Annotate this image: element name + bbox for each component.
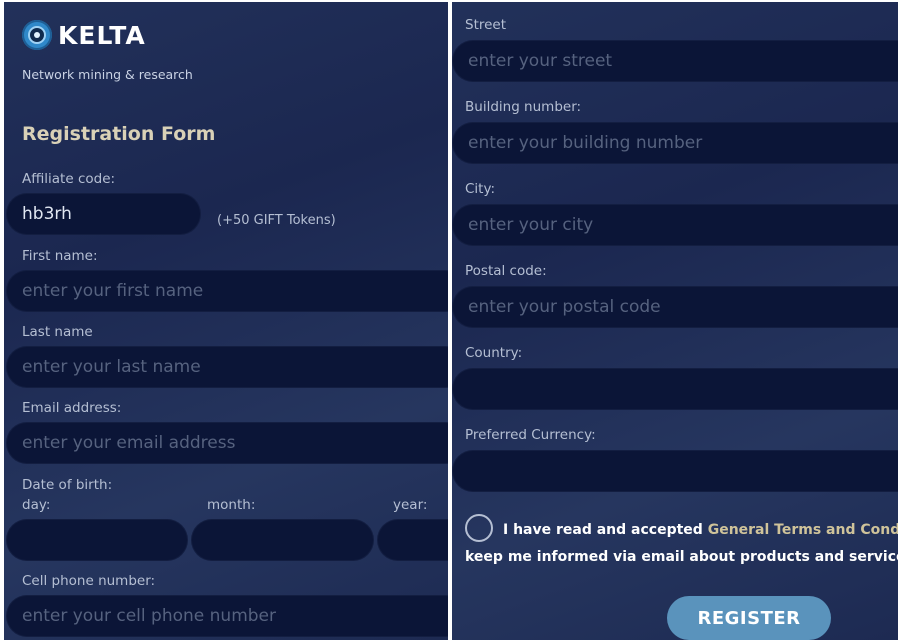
dob-month-label: month:: [207, 497, 256, 513]
terms-link[interactable]: General Terms and Conditi: [708, 522, 898, 538]
city-input[interactable]: [452, 204, 898, 246]
brand-tagline: Network mining & research: [22, 67, 193, 82]
registration-form-right-panel: Street Building number: City: Postal cod…: [452, 2, 898, 640]
kelta-logo: KELTA: [22, 20, 146, 50]
affiliate-code-label: Affiliate code:: [22, 171, 116, 187]
last-name-label: Last name: [22, 324, 93, 340]
building-number-label: Building number:: [465, 99, 582, 115]
country-label: Country:: [465, 345, 523, 361]
cell-phone-input[interactable]: [6, 595, 448, 637]
postal-code-label: Postal code:: [465, 263, 547, 279]
preferred-currency-select[interactable]: [452, 450, 898, 492]
brand-name: KELTA: [58, 20, 146, 50]
building-number-input[interactable]: [452, 122, 898, 164]
email-input[interactable]: [6, 422, 448, 464]
dob-year-label: year:: [393, 497, 428, 513]
country-select[interactable]: [452, 368, 898, 410]
dob-month-select[interactable]: [191, 519, 374, 561]
first-name-input[interactable]: [6, 270, 448, 312]
street-label: Street: [465, 17, 507, 33]
dob-year-select[interactable]: [377, 519, 448, 561]
terms-text: I have read and accepted General Terms a…: [503, 522, 898, 538]
street-input[interactable]: [452, 40, 898, 82]
city-label: City:: [465, 181, 496, 197]
dob-day-select[interactable]: [6, 519, 188, 561]
preferred-currency-label: Preferred Currency:: [465, 427, 596, 443]
affiliate-code-input[interactable]: [6, 193, 201, 235]
affiliate-bonus-note: (+50 GIFT Tokens): [217, 213, 336, 228]
dob-day-label: day:: [22, 497, 51, 513]
terms-text-prefix: I have read and accepted: [503, 522, 708, 538]
date-of-birth-label: Date of birth:: [22, 477, 113, 493]
form-title: Registration Form: [22, 123, 216, 145]
postal-code-input[interactable]: [452, 286, 898, 328]
registration-form-left-panel: KELTA Network mining & research Registra…: [4, 2, 448, 640]
last-name-input[interactable]: [6, 346, 448, 388]
kelta-logo-icon: [22, 20, 52, 50]
newsletter-consent-text: keep me informed via email about product…: [465, 549, 898, 565]
register-button[interactable]: REGISTER: [667, 596, 831, 640]
first-name-label: First name:: [22, 248, 98, 264]
cell-phone-label: Cell phone number:: [22, 573, 156, 589]
email-label: Email address:: [22, 400, 122, 416]
terms-checkbox[interactable]: [465, 514, 493, 542]
